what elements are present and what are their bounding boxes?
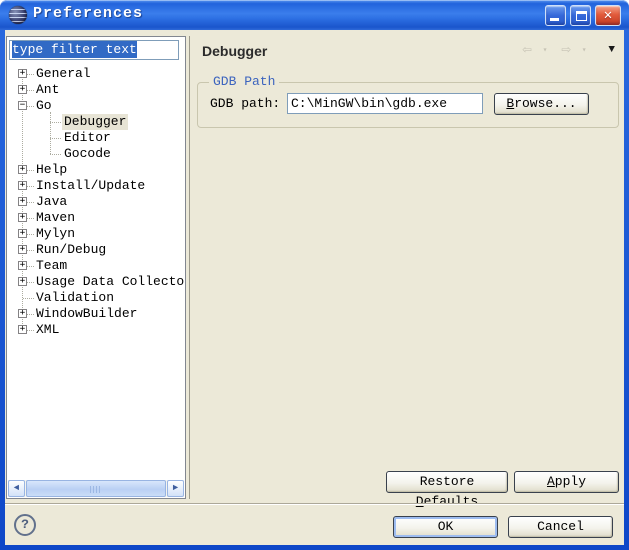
expand-icon[interactable]: + bbox=[18, 277, 27, 286]
tree-item-go[interactable]: −Go bbox=[7, 98, 184, 114]
tree-item-label: WindowBuilder bbox=[34, 306, 139, 322]
tree-item-label: Mylyn bbox=[34, 226, 77, 242]
tree-item-label: Team bbox=[34, 258, 69, 274]
collapse-icon[interactable]: − bbox=[18, 101, 27, 110]
tree-item-label: Install/Update bbox=[34, 178, 147, 194]
expand-icon[interactable]: + bbox=[18, 213, 27, 222]
gdb-path-value: C:\MinGW\bin\gdb.exe bbox=[291, 96, 447, 111]
expand-icon[interactable]: + bbox=[18, 261, 27, 270]
expand-icon[interactable]: + bbox=[18, 309, 27, 318]
tree-item-label: Go bbox=[34, 98, 54, 114]
page-navigation: ⇦ ▾ ⇨ ▾ ▼ bbox=[522, 42, 615, 58]
dialog-body: type filter text +General+Ant−GoDebugger… bbox=[5, 30, 624, 545]
tree-item-xml[interactable]: + XML bbox=[7, 322, 184, 338]
expand-icon[interactable]: + bbox=[18, 85, 27, 94]
preferences-tree-panel: type filter text +General+Ant−GoDebugger… bbox=[6, 36, 186, 499]
expand-icon[interactable]: + bbox=[18, 325, 27, 334]
filter-input[interactable]: type filter text bbox=[9, 40, 179, 60]
tree-item-label: Gocode bbox=[62, 146, 113, 162]
title-bar[interactable]: Preferences ✕ bbox=[0, 0, 629, 30]
window-title: Preferences bbox=[33, 5, 143, 22]
view-menu-icon[interactable]: ▼ bbox=[608, 44, 615, 56]
tree-item-label: Editor bbox=[62, 130, 113, 146]
preferences-tree: +General+Ant−GoDebuggerEditorGocode+Help… bbox=[7, 66, 184, 478]
gdb-path-input[interactable]: C:\MinGW\bin\gdb.exe bbox=[287, 93, 483, 114]
help-button[interactable]: ? bbox=[14, 514, 36, 536]
scrollbar-thumb[interactable] bbox=[26, 480, 166, 497]
expand-icon[interactable]: + bbox=[18, 181, 27, 190]
tree-item-label: Validation bbox=[34, 290, 116, 306]
tree-item-label: Help bbox=[34, 162, 69, 178]
restore-defaults-button[interactable]: Restore Defaults bbox=[386, 471, 508, 493]
browse-button[interactable]: Browse... bbox=[494, 93, 589, 115]
expand-icon[interactable]: + bbox=[18, 245, 27, 254]
tree-item-label: Usage Data Collector bbox=[34, 274, 184, 290]
minimize-button[interactable] bbox=[545, 5, 566, 26]
minimize-icon bbox=[550, 18, 559, 21]
tree-item-help[interactable]: + Help bbox=[7, 162, 184, 178]
horizontal-scrollbar[interactable]: ◄ ► bbox=[8, 480, 184, 497]
back-dropdown-icon[interactable]: ▾ bbox=[543, 45, 548, 55]
group-title: GDB Path bbox=[209, 74, 279, 89]
tree-item-usage-data-collector[interactable]: + Usage Data Collector bbox=[7, 274, 184, 290]
eclipse-app-icon bbox=[9, 6, 27, 24]
tree-item-general[interactable]: + General bbox=[7, 66, 184, 82]
tree-item-label: Java bbox=[34, 194, 69, 210]
scroll-left-arrow-icon[interactable]: ◄ bbox=[8, 480, 25, 497]
tree-item-mylyn[interactable]: + Mylyn bbox=[7, 226, 184, 242]
tree-item-label: General bbox=[34, 66, 93, 82]
expand-icon[interactable]: + bbox=[18, 197, 27, 206]
tree-item-team[interactable]: + Team bbox=[7, 258, 184, 274]
tree-item-editor[interactable]: Editor bbox=[7, 130, 184, 146]
close-button[interactable]: ✕ bbox=[595, 5, 621, 26]
tree-item-install-update[interactable]: + Install/Update bbox=[7, 178, 184, 194]
cancel-button[interactable]: Cancel bbox=[508, 516, 613, 538]
apply-button[interactable]: Apply bbox=[514, 471, 619, 493]
ok-button[interactable]: OK bbox=[393, 516, 498, 538]
footer-separator bbox=[5, 503, 624, 505]
tree-item-run-debug[interactable]: + Run/Debug bbox=[7, 242, 184, 258]
tree-item-label: XML bbox=[34, 322, 61, 338]
expand-icon[interactable]: + bbox=[18, 69, 27, 78]
tree-item-ant[interactable]: + Ant bbox=[7, 82, 184, 98]
tree-item-label: Ant bbox=[34, 82, 61, 98]
help-icon: ? bbox=[21, 517, 29, 532]
scroll-right-arrow-icon[interactable]: ► bbox=[167, 480, 184, 497]
gdb-path-group: GDB Path GDB path: C:\MinGW\bin\gdb.exe … bbox=[197, 82, 619, 128]
tree-item-windowbuilder[interactable]: + WindowBuilder bbox=[7, 306, 184, 322]
preferences-dialog: Preferences ✕ type filter text +General+… bbox=[0, 0, 629, 550]
tree-item-validation[interactable]: Validation bbox=[7, 290, 184, 306]
back-icon[interactable]: ⇦ bbox=[522, 42, 532, 58]
filter-text-selected: type filter text bbox=[12, 41, 137, 58]
expand-icon[interactable]: + bbox=[18, 229, 27, 238]
tree-item-label: Maven bbox=[34, 210, 77, 226]
tree-item-label: Debugger bbox=[62, 114, 128, 130]
tree-item-debugger[interactable]: Debugger bbox=[7, 114, 184, 130]
expand-icon[interactable]: + bbox=[18, 165, 27, 174]
tree-item-gocode[interactable]: Gocode bbox=[7, 146, 184, 162]
close-icon: ✕ bbox=[604, 8, 612, 24]
settings-page: Debugger ⇦ ▾ ⇨ ▾ ▼ GDB Path GDB path: C:… bbox=[189, 36, 621, 499]
gdb-path-label: GDB path: bbox=[210, 96, 280, 111]
forward-dropdown-icon[interactable]: ▾ bbox=[582, 45, 587, 55]
maximize-icon bbox=[576, 11, 587, 21]
tree-item-maven[interactable]: + Maven bbox=[7, 210, 184, 226]
maximize-button[interactable] bbox=[570, 5, 591, 26]
forward-icon[interactable]: ⇨ bbox=[561, 42, 571, 58]
tree-item-java[interactable]: + Java bbox=[7, 194, 184, 210]
tree-item-label: Run/Debug bbox=[34, 242, 108, 258]
page-title: Debugger bbox=[202, 43, 267, 59]
